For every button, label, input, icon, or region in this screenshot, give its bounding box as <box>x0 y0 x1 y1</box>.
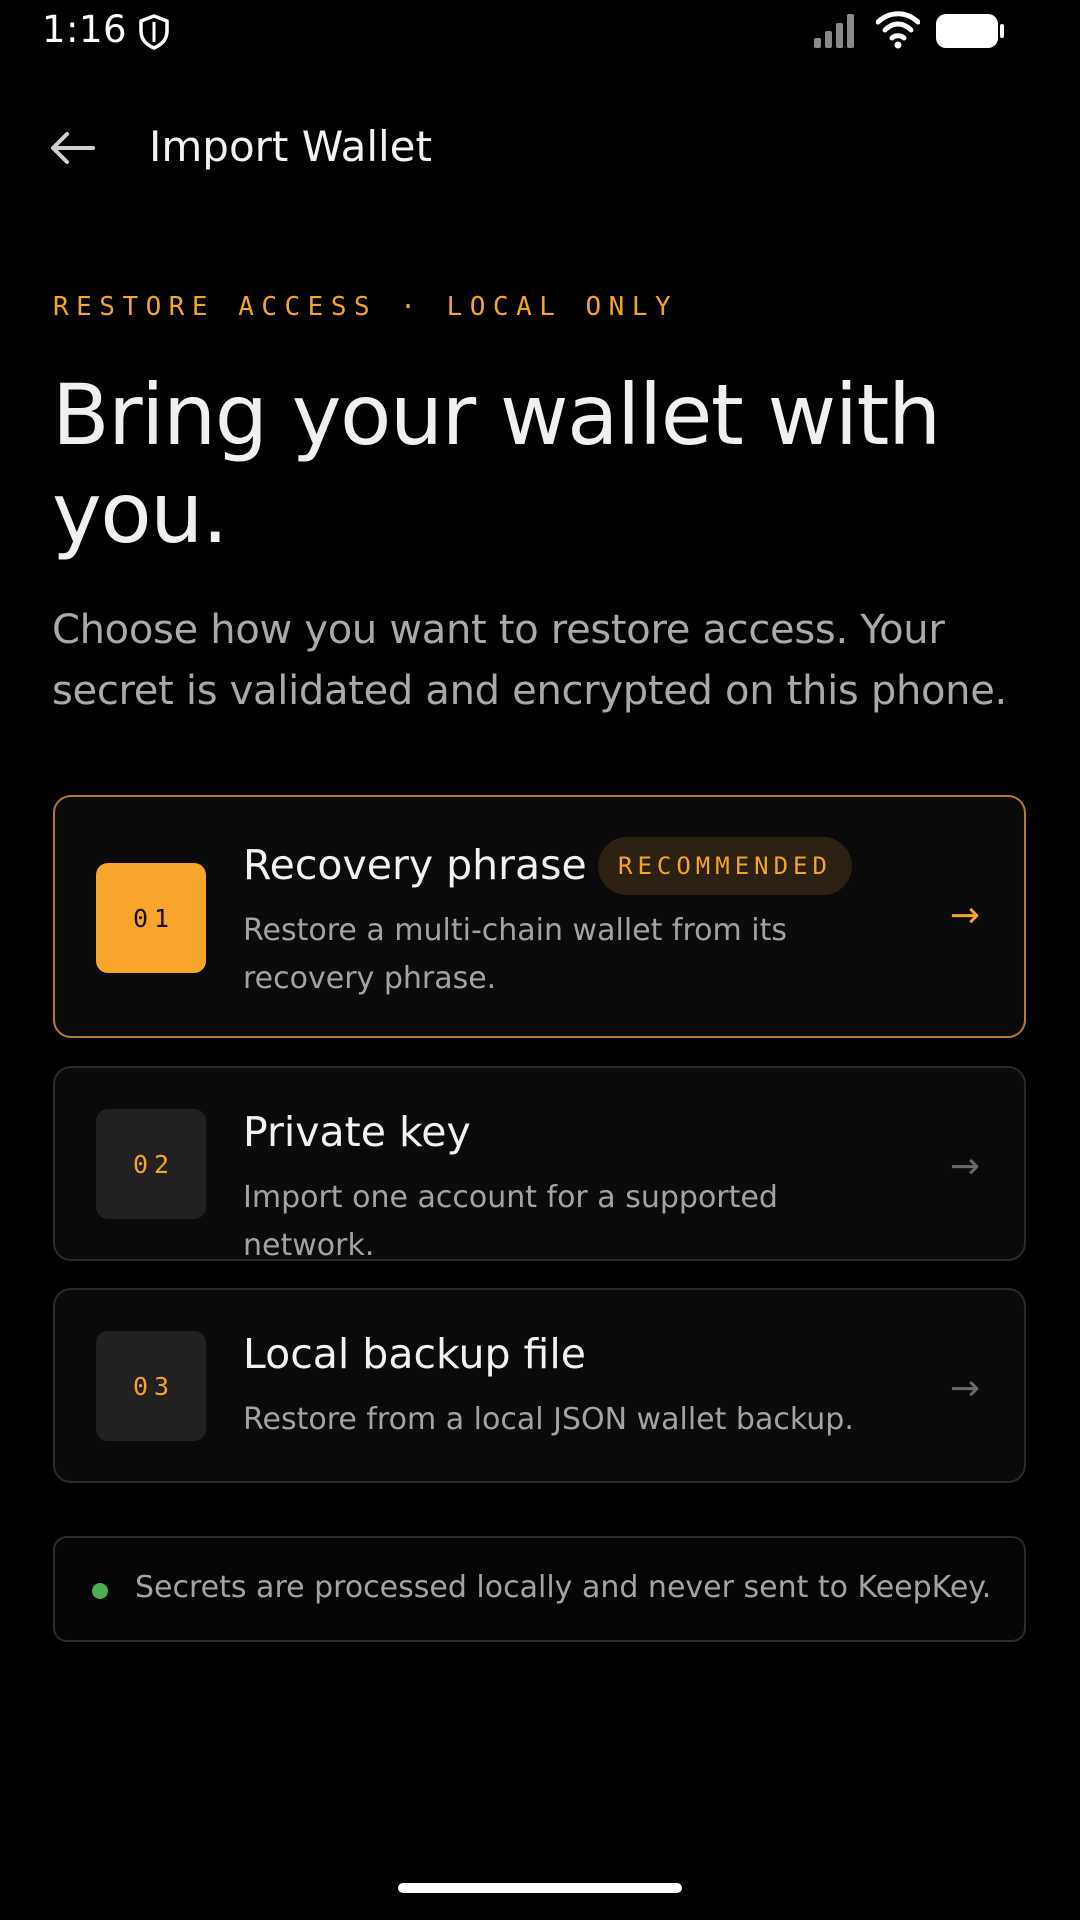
app-header: Import Wallet <box>0 110 1080 182</box>
option-number: 02 <box>96 1109 206 1219</box>
hero-title: Bring your wallet with you. <box>52 366 941 562</box>
notice-text: Secrets are processed locally and never … <box>135 1570 992 1605</box>
option-description: Restore from a local JSON wallet backup. <box>243 1402 854 1437</box>
option-number: 03 <box>96 1331 206 1441</box>
option-private-key[interactable]: 02 Private key Import one account for a … <box>53 1066 1026 1263</box>
eyebrow-label: RESTORE ACCESS · LOCAL ONLY <box>53 292 679 322</box>
arrow-left-icon <box>51 132 95 164</box>
arrow-right-icon: → <box>949 895 980 936</box>
option-description: Import one account for a supported netwo… <box>243 1180 778 1263</box>
back-button[interactable] <box>42 118 102 178</box>
arrow-right-icon: → <box>949 1368 980 1409</box>
status-time: 1:16 <box>42 8 128 51</box>
arrow-right-icon: → <box>949 1146 980 1187</box>
option-title: Private key <box>243 1108 471 1156</box>
option-recovery-phrase[interactable]: 01 Recovery phrase RECOMMENDED Restore a… <box>53 795 1026 1038</box>
signal-icon <box>814 14 854 48</box>
home-indicator[interactable] <box>398 1883 682 1893</box>
option-description: Restore a multi-chain wallet from its re… <box>243 913 787 996</box>
privacy-notice: Secrets are processed locally and never … <box>53 1536 1026 1642</box>
option-number: 01 <box>96 863 206 973</box>
shield-icon <box>139 14 169 50</box>
option-title: Local backup file <box>243 1330 586 1378</box>
status-bar: 1:16 <box>0 0 1080 62</box>
option-title: Recovery phrase <box>243 841 587 889</box>
battery-icon <box>936 14 1004 48</box>
page-title: Import Wallet <box>149 122 432 171</box>
hero-subtitle: Choose how you want to restore access. Y… <box>52 607 1007 714</box>
recommended-badge: RECOMMENDED <box>598 837 852 895</box>
status-dot-icon <box>92 1583 108 1599</box>
wifi-icon <box>876 11 920 49</box>
option-local-backup-file[interactable]: 03 Local backup file Restore from a loca… <box>53 1288 1026 1483</box>
